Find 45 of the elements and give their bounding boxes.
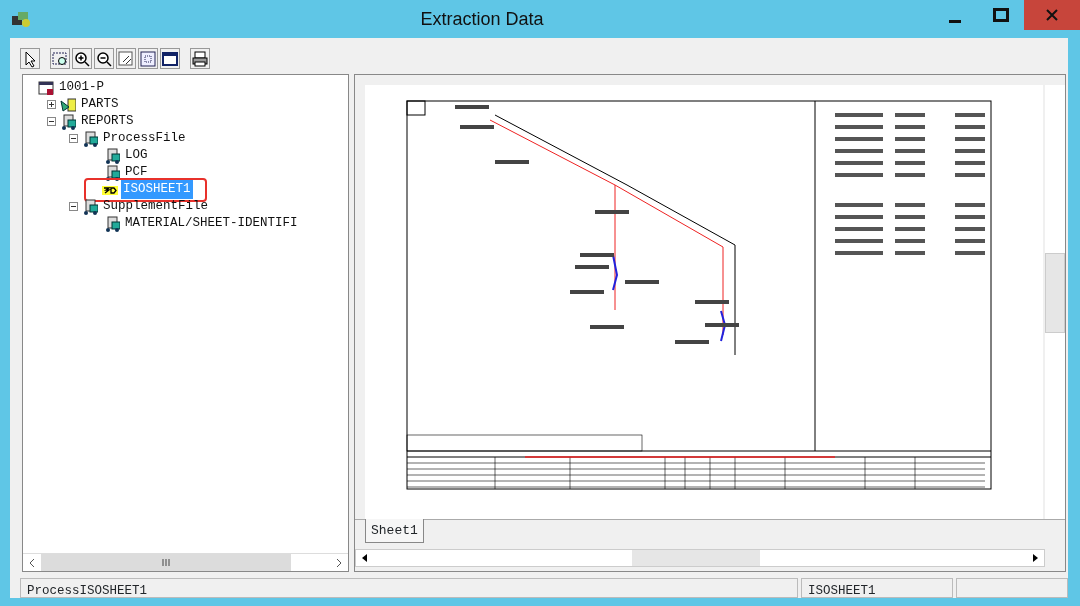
tree-item[interactable]: PCF	[123, 163, 150, 182]
parts-icon	[60, 96, 76, 113]
print-icon	[191, 49, 209, 68]
toolbar-button[interactable]	[160, 48, 180, 69]
tree-item[interactable]: PARTS	[79, 95, 121, 114]
expander-icon[interactable]	[47, 117, 56, 126]
tree-item[interactable]: SupplementFile	[101, 197, 211, 216]
toolbar-button[interactable]	[72, 48, 92, 69]
tree-item[interactable]: REPORTS	[79, 112, 136, 131]
zoom-window-icon	[51, 49, 69, 68]
status-text: ISOSHEET1	[801, 578, 953, 598]
tree-item[interactable]: 1001-P	[57, 78, 106, 97]
expander-icon[interactable]	[69, 202, 78, 211]
close-button[interactable]	[1024, 0, 1080, 30]
zoom-in-icon	[73, 49, 91, 68]
toolbar-button[interactable]	[190, 48, 210, 69]
window-title: Extraction Data	[419, 7, 545, 31]
minimize-icon	[949, 19, 961, 23]
document-icon	[38, 79, 54, 96]
cart-icon	[60, 113, 76, 130]
cart-icon	[104, 215, 120, 232]
window-icon	[161, 49, 179, 68]
toolbar-button[interactable]	[50, 48, 70, 69]
scrollbar-thumb[interactable]	[1045, 253, 1065, 333]
scrollbar-thumb[interactable]	[632, 550, 760, 566]
toolbar-button[interactable]	[94, 48, 114, 69]
sheet-tab[interactable]: Sheet1	[365, 518, 424, 543]
tree-item[interactable]: ProcessFile	[101, 129, 188, 148]
cart-icon	[82, 198, 98, 215]
cart-icon	[104, 164, 120, 181]
app-icon	[10, 10, 32, 28]
expander-icon[interactable]	[69, 134, 78, 143]
cart-icon	[82, 130, 98, 147]
toolbar-button[interactable]	[20, 48, 40, 69]
scrollbar-thumb[interactable]	[41, 554, 291, 571]
expander-icon[interactable]	[47, 100, 56, 109]
status-text: ProcessISOSHEET1	[20, 578, 798, 598]
cart-icon	[104, 147, 120, 164]
zoom-out-icon	[95, 49, 113, 68]
maximize-icon	[993, 8, 1009, 22]
close-icon	[1045, 8, 1059, 22]
tree-item[interactable]: MATERIAL/SHEET-IDENTIFI	[123, 214, 300, 233]
fit-view-icon	[139, 49, 157, 68]
scrollbar-track[interactable]	[1045, 85, 1065, 519]
tree-item[interactable]: LOG	[123, 146, 150, 165]
